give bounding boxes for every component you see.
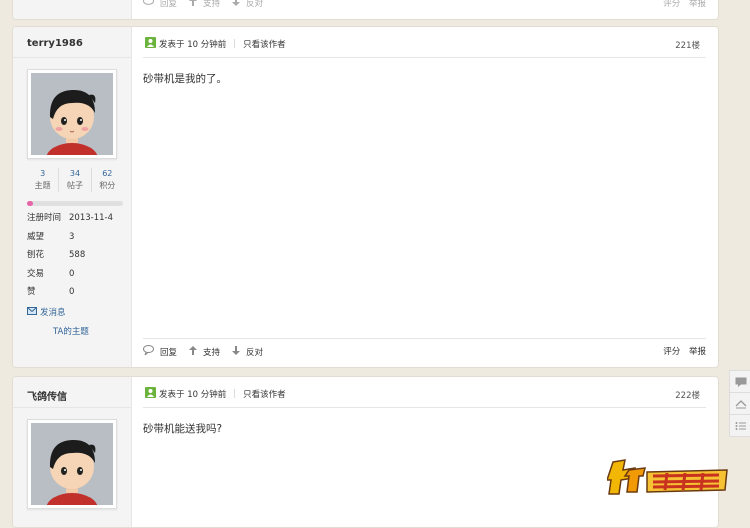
- only-author-link[interactable]: 只看该作者: [243, 38, 286, 50]
- floor-number[interactable]: 221楼: [675, 39, 700, 51]
- floor-number[interactable]: 222楼: [675, 389, 700, 401]
- avatar[interactable]: [27, 69, 117, 159]
- previous-post-sidebar: [13, 0, 132, 19]
- mail-icon: [27, 306, 37, 318]
- info-value: 0: [69, 268, 75, 279]
- arrow-up-icon[interactable]: [189, 345, 198, 358]
- user-icon: [145, 387, 156, 401]
- info-value: 3: [69, 231, 75, 242]
- post-content: 砂带机能送我吗?: [143, 423, 223, 435]
- post-main: 发表于 10 分钟前 | 只看该作者 221楼 砂带机是我的了。 回复 支持 反…: [143, 27, 706, 367]
- post-footer: 回复 支持 反对 评分 举报: [143, 338, 706, 367]
- back-to-top-icon[interactable]: [730, 393, 750, 415]
- only-author-link[interactable]: 只看该作者: [243, 388, 286, 400]
- arrow-down-icon[interactable]: [232, 345, 241, 358]
- info-value: 0: [69, 287, 75, 297]
- post-header: 发表于 10 分钟前 | 只看该作者 222楼: [143, 385, 706, 408]
- posted-time: 发表于 10 分钟前: [159, 390, 227, 400]
- stat-posts[interactable]: 34 帖子: [59, 168, 92, 192]
- author-username[interactable]: terry1986: [27, 38, 83, 49]
- info-label: 威望: [27, 231, 45, 242]
- info-label: 注册时间: [27, 213, 62, 223]
- floating-toolbar: [729, 370, 750, 437]
- rate-link[interactable]: 评分: [663, 347, 680, 357]
- report-link[interactable]: 举报: [689, 347, 706, 357]
- author-sidebar: 飞鸽传信: [13, 377, 132, 527]
- send-message-link[interactable]: 发消息: [27, 306, 66, 318]
- post-card-221: terry1986 3 主题 34 帖子 62 积分 注册时间 2013-11-…: [12, 26, 719, 368]
- author-info: 注册时间 2013-11-4 威望 3 刨花 588 交易 0 赞 0: [27, 209, 113, 302]
- support-link[interactable]: 支持: [203, 0, 220, 9]
- comment-icon[interactable]: [143, 0, 154, 9]
- list-icon[interactable]: [730, 415, 750, 436]
- report-link[interactable]: 举报: [689, 0, 706, 9]
- support-link[interactable]: 支持: [203, 346, 220, 358]
- oppose-link[interactable]: 反对: [246, 346, 263, 358]
- reply-link[interactable]: 回复: [160, 346, 177, 358]
- info-label: 赞: [27, 287, 36, 297]
- ta-topics-link[interactable]: TA的主题: [53, 325, 89, 337]
- rate-link[interactable]: 评分: [663, 0, 680, 9]
- arrow-up-icon[interactable]: [189, 0, 198, 9]
- post-header: 发表于 10 分钟前 | 只看该作者 221楼: [143, 35, 706, 58]
- stat-credits[interactable]: 62 积分: [92, 168, 123, 192]
- posted-time: 发表于 10 分钟前: [159, 40, 227, 50]
- post-main: 发表于 10 分钟前 | 只看该作者 222楼 砂带机能送我吗?: [143, 377, 706, 527]
- author-sidebar: terry1986 3 主题 34 帖子 62 积分 注册时间 2013-11-…: [13, 27, 132, 367]
- info-label: 交易: [27, 268, 45, 279]
- oppose-link[interactable]: 反对: [246, 0, 263, 9]
- author-username[interactable]: 飞鸽传信: [27, 388, 67, 403]
- stat-topics[interactable]: 3 主题: [27, 168, 60, 192]
- avatar[interactable]: [27, 419, 117, 509]
- comment-icon[interactable]: [143, 345, 154, 358]
- author-stats: 3 主题 34 帖子 62 积分: [27, 168, 123, 192]
- user-icon: [145, 37, 156, 51]
- post-content: 砂带机是我的了。: [143, 73, 227, 85]
- site-logo-watermark: [605, 458, 731, 498]
- arrow-down-icon[interactable]: [232, 0, 241, 9]
- info-label: 刨花: [27, 250, 45, 260]
- quick-reply-icon[interactable]: [730, 371, 750, 393]
- info-value: 2013-11-4: [69, 213, 113, 223]
- post-card-222: 飞鸽传信 发表于 10 分钟前 | 只看该作者 222楼 砂带机能送我吗?: [12, 376, 719, 528]
- reply-link[interactable]: 回复: [160, 0, 177, 9]
- previous-post-card: 回复 支持 反对 评分 举报: [12, 0, 719, 20]
- level-progress-bar: [27, 201, 123, 206]
- info-value: 588: [69, 250, 86, 260]
